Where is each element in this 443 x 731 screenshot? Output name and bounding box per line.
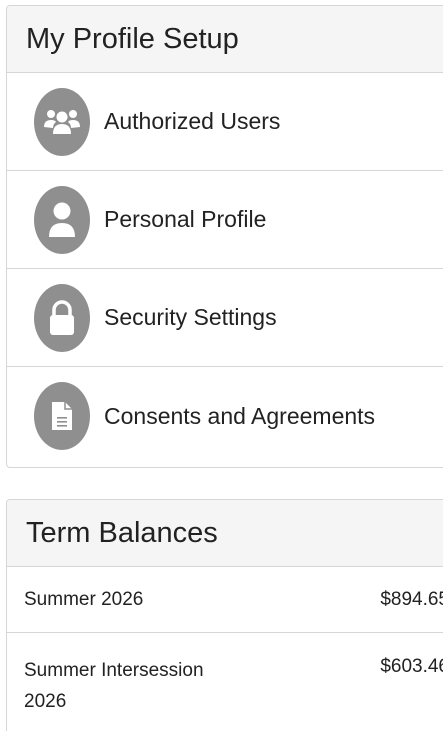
users-icon [34,87,90,156]
profile-setup-title: My Profile Setup [7,6,443,73]
menu-label-personal-profile: Personal Profile [104,206,267,232]
term-amount: $603.46 [380,656,443,677]
term-amount: $894.65 [380,589,443,610]
menu-item-consents-agreements[interactable]: Consents and Agreements [7,367,443,465]
term-name: Summer Intersession 2026 [24,660,204,712]
menu-label-security-settings: Security Settings [104,304,277,330]
menu-item-authorized-users[interactable]: Authorized Users [7,73,443,171]
term-row: Summer 2026 $894.65 [7,567,443,633]
term-balances-panel: Term Balances Summer 2026 $894.65 Summer… [6,499,443,731]
document-icon [34,382,90,450]
menu-label-authorized-users: Authorized Users [104,108,281,134]
user-icon [34,185,90,254]
menu-label-consents-agreements: Consents and Agreements [104,402,376,429]
profile-setup-panel: My Profile Setup Authorized Users Person… [6,5,443,468]
term-balances-title: Term Balances [7,500,443,567]
menu-item-security-settings[interactable]: Security Settings [7,269,443,367]
term-row: Summer Intersession 2026 $603.46 [7,633,443,731]
lock-icon [34,283,90,352]
menu-item-personal-profile[interactable]: Personal Profile [7,171,443,269]
term-name: Summer 2026 [24,589,144,610]
